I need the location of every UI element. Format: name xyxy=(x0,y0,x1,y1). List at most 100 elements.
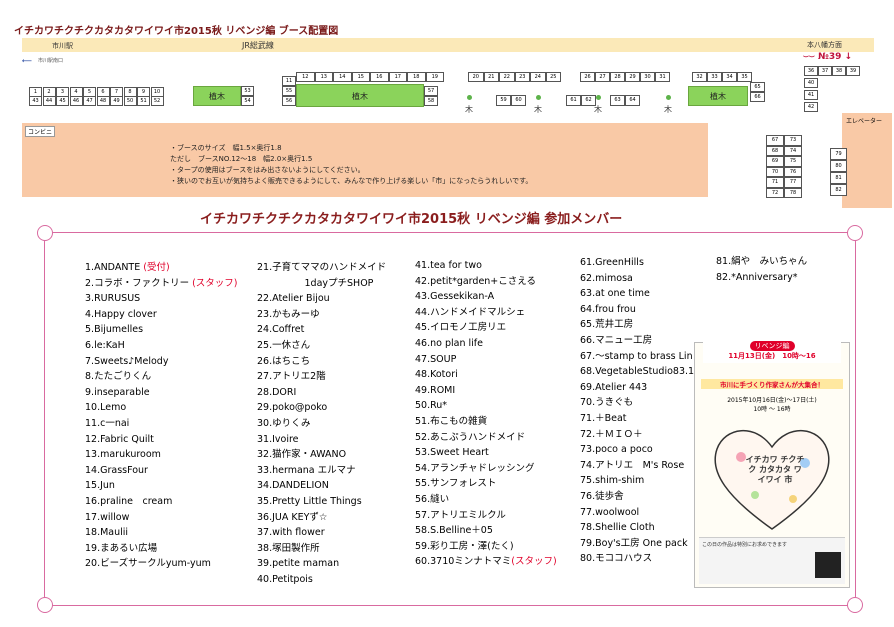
booth-56: 56 xyxy=(282,96,296,106)
planter-1: 植木 xyxy=(193,86,241,106)
member-item: 73.poco a poco xyxy=(580,444,653,456)
member-item: 16.praline cream xyxy=(85,495,173,507)
kombini-label: コンビニ xyxy=(25,126,56,137)
booth-78: 78 xyxy=(784,187,802,198)
poster-time: 10時 〜 16時 xyxy=(753,406,791,413)
tree-icon: 木 xyxy=(465,105,473,114)
booth-73: 73 xyxy=(784,135,802,146)
member-item: 37.with flower xyxy=(257,527,325,539)
member-item: 24.Coffret xyxy=(257,324,305,336)
member-item: 8.たたごりくん xyxy=(85,371,152,383)
member-item: 41.tea for two xyxy=(415,260,482,271)
member-role-badge: (受付) xyxy=(143,262,170,273)
member-item: 79.Boy's工房 One pack xyxy=(580,537,688,549)
member-item: 75.shim-shim xyxy=(580,475,645,487)
member-column-1: 1.ANDANTE (受付) 2.コラボ・ファクトリー (スタッフ) 3.RUR… xyxy=(85,260,238,572)
tree-icon: 木 xyxy=(664,105,672,114)
member-item: 49.ROMI xyxy=(415,384,456,396)
booth-44: 44 xyxy=(42,96,56,106)
squiggle-icon: ⌣⌣ xyxy=(803,52,815,62)
member-item: 1dayプチSHOP xyxy=(257,277,374,289)
booth-34: 34 xyxy=(722,72,737,82)
booth-26: 26 xyxy=(580,72,595,82)
member-item: 25.一休さん xyxy=(257,339,311,351)
booth-29: 29 xyxy=(625,72,640,82)
down-arrow-icon: ↓ xyxy=(844,52,853,62)
member-item: 33.hermana エルマナ xyxy=(257,464,356,476)
member-item: 80.モココハウス xyxy=(580,553,653,565)
member-item: 56.縫い xyxy=(415,493,450,505)
booth-31: 31 xyxy=(655,72,670,82)
info-panel: コンビニ ・ブースのサイズ 幅1.5×奥行1.8 ただし ブースNO.12〜18… xyxy=(22,123,708,197)
booth-33: 33 xyxy=(707,72,722,82)
booth-15: 15 xyxy=(351,72,370,82)
member-item: 6.le:KaH xyxy=(85,339,125,351)
member-item: 22.Atelier Bijou xyxy=(257,293,330,305)
booth-70: 70 xyxy=(766,166,784,177)
member-role-badge: (スタッフ) xyxy=(192,277,238,289)
booth-72: 72 xyxy=(766,187,784,198)
scroll-curl xyxy=(37,225,53,241)
planter-2: 植木 xyxy=(296,84,424,107)
member-item: 10.Lemo xyxy=(85,402,127,414)
booth-23: 23 xyxy=(514,72,530,82)
booth-43: 43 xyxy=(29,96,42,106)
rail-left-label: 市川駅 xyxy=(52,42,73,50)
booth-76: 76 xyxy=(784,166,802,177)
member-item: 68.VegetableStudio83.1 xyxy=(580,366,695,378)
booth-22: 22 xyxy=(499,72,515,82)
member-item: 18.Maulii xyxy=(85,527,129,539)
member-item: 60.3710ミンナトマミ(スタッフ) xyxy=(415,556,557,568)
booth-75: 75 xyxy=(784,156,802,167)
member-item: 52.あこぷうハンドメイド xyxy=(415,431,526,443)
member-item: 67.〜stamp to brass Lin xyxy=(580,350,693,362)
member-item: 39.petite maman xyxy=(257,558,340,570)
qr-code-icon xyxy=(815,552,841,578)
member-item: 71.＋Beat xyxy=(580,412,627,424)
booth-17: 17 xyxy=(388,72,407,82)
member-item: 53.Sweet Heart xyxy=(415,447,489,459)
arrow-label: 市川駅南口 xyxy=(38,58,64,64)
member-item: 64.frou frou xyxy=(580,303,636,315)
member-item: 9.inseparable xyxy=(85,386,150,398)
member-item: 74.アトリエ M's Rose xyxy=(580,459,685,471)
number-label: №39 xyxy=(818,52,842,62)
booth-55: 55 xyxy=(282,86,296,96)
member-item: 17.willow xyxy=(85,511,130,523)
booth-81: 81 xyxy=(830,172,847,184)
member-item: 35.Pretty Little Things xyxy=(257,495,362,507)
member-item: 51.布こもの雑貨 xyxy=(415,415,488,427)
member-item: 44.ハンドメイドマルシェ xyxy=(415,306,526,318)
booth-66: 66 xyxy=(750,92,765,102)
member-item: 66.マニュー工房 xyxy=(580,334,653,346)
member-item: 48.Kotori xyxy=(415,369,458,381)
booth-79: 79 xyxy=(830,148,847,160)
booth-51: 51 xyxy=(137,96,150,106)
member-item: 45.イロモノ工房リエ xyxy=(415,322,507,334)
member-item: 70.うきぐも xyxy=(580,397,634,409)
poster-date: 11月13日(金) 10時〜16 xyxy=(728,352,816,360)
booth-80: 80 xyxy=(830,160,847,172)
booth-49: 49 xyxy=(110,96,123,106)
member-item: 65.荒井工房 xyxy=(580,319,634,331)
member-item: 59.彩り工房・澤(たく) xyxy=(415,540,514,552)
member-item: 82.*Anniversary* xyxy=(716,272,798,283)
booth-54: 54 xyxy=(241,96,254,106)
member-item: 3.RURUSUS xyxy=(85,293,141,305)
rail-right-label: 本八幡方面 xyxy=(807,41,842,49)
member-item: 61.GreenHills xyxy=(580,257,644,268)
booth-25: 25 xyxy=(545,72,561,82)
member-item: 34.DANDELION xyxy=(257,480,329,492)
booth-19: 19 xyxy=(425,72,444,82)
booth-53: 53 xyxy=(241,86,254,96)
event-poster: リベンジ編 11月13日(金) 10時〜16 市川に手づくり作家さんが大集合！ … xyxy=(694,341,850,588)
member-item: 20.ビーズサークルyum-yum xyxy=(85,558,211,570)
booth-30: 30 xyxy=(640,72,655,82)
booth-36: 36 xyxy=(804,66,818,76)
member-item: 81.絹や みいちゃん xyxy=(716,256,808,267)
member-item: 4.Happy clover xyxy=(85,308,157,320)
booth-21: 21 xyxy=(483,72,499,82)
member-item: 30.ゆりくみ xyxy=(257,417,311,429)
member-item: 23.かもみーゆ xyxy=(257,308,320,320)
rail-band: 市川駅 JR総武線 本八幡方面 xyxy=(22,38,874,52)
